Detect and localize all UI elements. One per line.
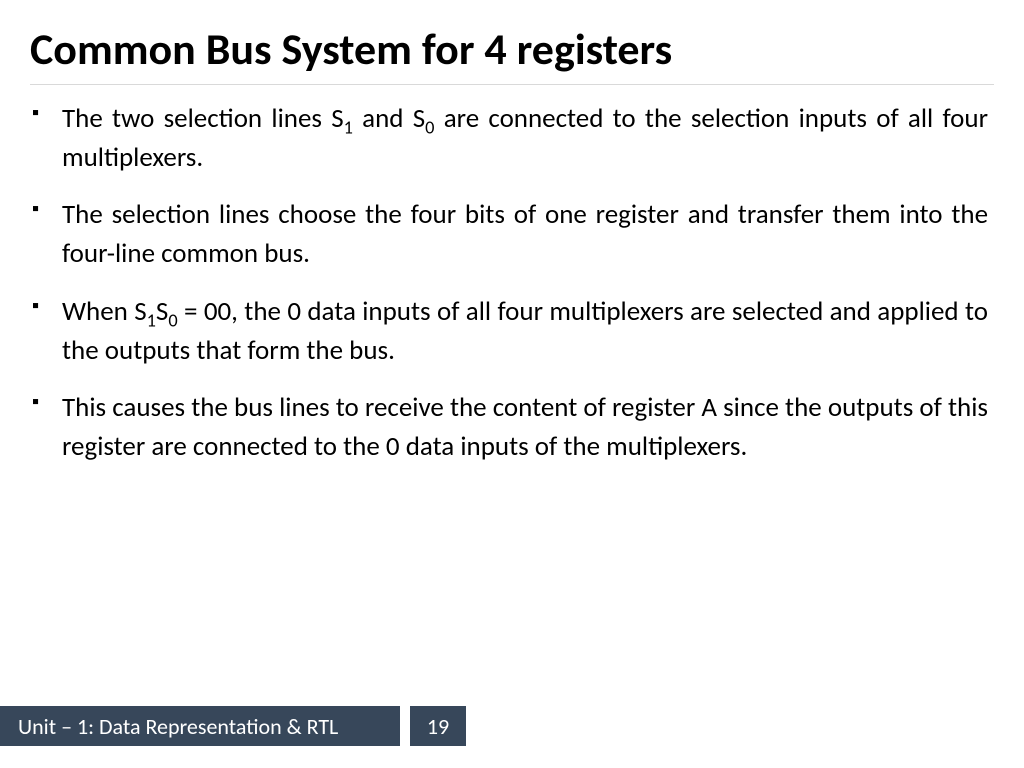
footer-unit-label: Unit – 1: Data Representation & RTL (0, 706, 400, 746)
bullet-item: The selection lines choose the four bits… (62, 195, 988, 273)
bullet-text: S (156, 295, 168, 328)
bullet-text: When S (62, 295, 147, 328)
footer: Unit – 1: Data Representation & RTL 19 (0, 706, 466, 746)
title-divider (30, 84, 994, 85)
bullet-list: The two selection lines S1 and S0 are co… (0, 99, 1024, 466)
bullet-text: The selection lines choose the four bits… (62, 198, 988, 270)
bullet-item: The two selection lines S1 and S0 are co… (62, 99, 988, 177)
subscript: 0 (168, 309, 177, 331)
subscript: 1 (147, 309, 156, 331)
bullet-text: This causes the bus lines to receive the… (62, 391, 988, 463)
slide-title: Common Bus System for 4 registers (0, 0, 1024, 84)
slide: Common Bus System for 4 registers The tw… (0, 0, 1024, 768)
footer-page-number: 19 (410, 706, 466, 746)
bullet-text: and S (353, 102, 425, 135)
bullet-item: When S1S0 = 00, the 0 data inputs of all… (62, 292, 988, 370)
bullet-text: = 00, the 0 data inputs of all four mult… (62, 295, 988, 367)
subscript: 1 (344, 116, 353, 138)
bullet-item: This causes the bus lines to receive the… (62, 388, 988, 466)
bullet-text: The two selection lines S (62, 102, 344, 135)
